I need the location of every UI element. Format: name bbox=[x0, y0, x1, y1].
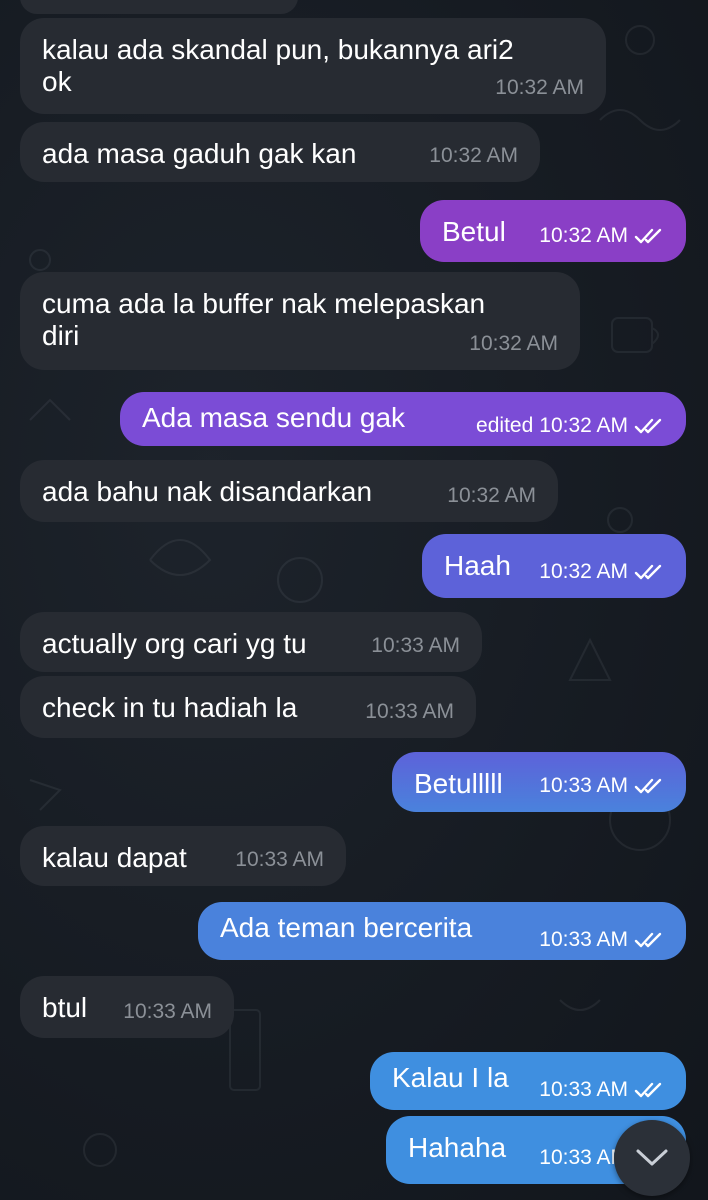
double-check-icon bbox=[634, 1082, 662, 1098]
double-check-icon bbox=[634, 418, 662, 434]
outgoing-message[interactable]: Betulllll 10:33 AM bbox=[392, 752, 686, 812]
message-meta: 10:33 AM bbox=[123, 1000, 212, 1024]
incoming-message[interactable]: ada bahu nak disandarkan 10:32 AM bbox=[20, 460, 558, 522]
message-meta: 10:32 AM bbox=[539, 560, 664, 584]
message-text: Betulllll bbox=[414, 768, 503, 799]
message-time: 10:32 AM bbox=[469, 332, 558, 355]
outgoing-message[interactable]: Kalau I la 10:33 AM bbox=[370, 1052, 686, 1110]
message-time: 10:32 AM bbox=[539, 560, 628, 583]
message-time: 10:33 AM bbox=[365, 700, 454, 723]
message-meta: 10:33 AM bbox=[539, 1078, 664, 1102]
scroll-to-bottom-button[interactable] bbox=[614, 1120, 690, 1196]
incoming-message[interactable]: ada masa gaduh gak kan 10:32 AM bbox=[20, 122, 540, 182]
message-meta: 10:33 AM bbox=[365, 700, 454, 724]
message-meta: 10:33 AM bbox=[539, 774, 664, 798]
message-text: ada masa gaduh gak kan bbox=[42, 138, 357, 169]
message-time: 10:32 AM bbox=[495, 76, 584, 99]
outgoing-message[interactable]: Haah 10:32 AM bbox=[422, 534, 686, 598]
message-time: 10:33 AM bbox=[123, 1000, 212, 1023]
message-meta: 10:32 AM bbox=[469, 332, 558, 356]
message-meta: 10:33 AM bbox=[235, 848, 324, 872]
message-text: Hahaha bbox=[408, 1132, 507, 1163]
message-text: Kalau I la bbox=[392, 1062, 509, 1093]
message-text: kalau dapat bbox=[42, 842, 187, 873]
incoming-message[interactable]: check in tu hadiah la 10:33 AM bbox=[20, 676, 476, 738]
message-text: check in tu hadiah la bbox=[42, 692, 298, 723]
message-meta: edited 10:32 AM bbox=[476, 414, 664, 438]
message-text: btul bbox=[42, 992, 88, 1023]
message-text: kalau ada skandal pun, bukannya ari2 ok bbox=[42, 34, 514, 97]
message-time: 10:33 AM bbox=[539, 774, 628, 797]
message-time: 10:33 AM bbox=[539, 1078, 628, 1101]
message-text: Ada masa sendu gak bbox=[142, 402, 406, 433]
message-time: 10:32 AM bbox=[429, 144, 518, 167]
message-meta: 10:32 AM bbox=[495, 76, 584, 100]
double-check-icon bbox=[634, 228, 662, 244]
edited-label: edited bbox=[476, 414, 534, 437]
message-time: 10:33 AM bbox=[235, 848, 324, 871]
incoming-message[interactable] bbox=[20, 0, 298, 14]
message-meta: 10:32 AM bbox=[539, 224, 664, 248]
chevron-down-icon bbox=[636, 1149, 668, 1166]
message-text: Betul bbox=[442, 216, 506, 247]
outgoing-message[interactable]: Betul 10:32 AM bbox=[420, 200, 686, 262]
message-text: Haah bbox=[444, 550, 511, 581]
message-meta: 10:32 AM bbox=[429, 144, 518, 168]
message-list[interactable]: kalau ada skandal pun, bukannya ari2 ok 1… bbox=[0, 0, 708, 1200]
incoming-message[interactable]: actually org cari yg tu 10:33 AM bbox=[20, 612, 482, 672]
outgoing-message[interactable]: Ada teman bercerita 10:33 AM bbox=[198, 902, 686, 960]
incoming-message[interactable]: kalau ada skandal pun, bukannya ari2 ok 1… bbox=[20, 18, 606, 114]
message-time: 10:32 AM bbox=[539, 224, 628, 247]
incoming-message[interactable]: btul 10:33 AM bbox=[20, 976, 234, 1038]
message-text: actually org cari yg tu bbox=[42, 628, 307, 659]
message-time: 10:33 AM bbox=[539, 928, 628, 951]
incoming-message[interactable]: kalau dapat 10:33 AM bbox=[20, 826, 346, 886]
message-meta: 10:33 AM bbox=[539, 928, 664, 952]
message-time: 10:33 AM bbox=[371, 634, 460, 657]
message-meta: 10:33 AM bbox=[371, 634, 460, 658]
message-text: ada bahu nak disandarkan bbox=[42, 476, 373, 507]
message-time: 10:32 AM bbox=[447, 484, 536, 507]
message-text: Ada teman bercerita bbox=[220, 912, 473, 943]
outgoing-message[interactable]: Ada masa sendu gak edited 10:32 AM bbox=[120, 392, 686, 446]
incoming-message[interactable]: cuma ada la buffer nak melepaskan diri 10… bbox=[20, 272, 580, 370]
message-time: 10:32 AM bbox=[539, 414, 628, 437]
double-check-icon bbox=[634, 564, 662, 580]
message-text: cuma ada la buffer nak melepaskan diri bbox=[42, 288, 486, 351]
message-meta: 10:32 AM bbox=[447, 484, 536, 508]
double-check-icon bbox=[634, 778, 662, 794]
double-check-icon bbox=[634, 932, 662, 948]
